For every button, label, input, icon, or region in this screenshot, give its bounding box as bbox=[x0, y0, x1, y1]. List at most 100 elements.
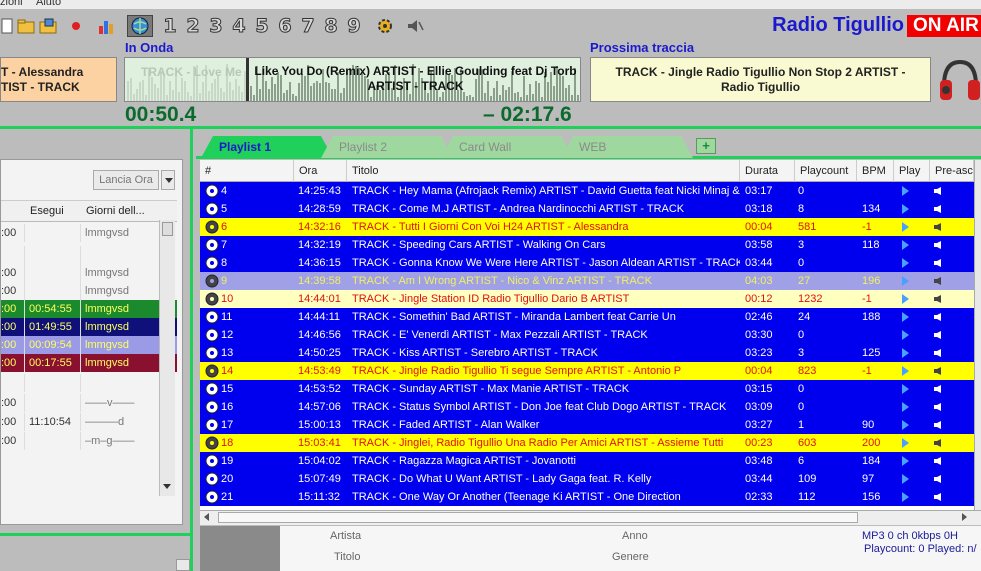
event-row[interactable]: :00 –m–g—— bbox=[1, 432, 177, 450]
event-row[interactable]: :00 ——v—— bbox=[1, 394, 177, 412]
play-icon[interactable] bbox=[900, 254, 914, 272]
play-icon[interactable] bbox=[900, 434, 914, 452]
table-row[interactable]: 8 14:36:15 TRACK - Gonna Know We Were Here… bbox=[200, 254, 974, 272]
tab-card-wall[interactable]: Card Wall bbox=[441, 136, 573, 158]
table-row[interactable]: 19 15:04:02 TRACK - Ragazza Magica ARTIST … bbox=[200, 452, 974, 470]
event-row[interactable]: :00 01:49:55 lmmgvsd bbox=[1, 318, 177, 336]
column-header[interactable]: Playcount bbox=[795, 160, 857, 182]
column-header[interactable]: Titolo bbox=[347, 160, 740, 182]
table-row[interactable]: 12 14:46:56 TRACK - E' Venerdì ARTIST - Ma… bbox=[200, 326, 974, 344]
open-folder-icon[interactable] bbox=[16, 15, 36, 37]
scroll-right-arrow-icon[interactable] bbox=[962, 513, 967, 521]
pre-listen-speaker-icon[interactable] bbox=[934, 452, 948, 470]
tab-playlist-1[interactable]: Playlist 1 bbox=[201, 136, 333, 158]
pre-listen-speaker-icon[interactable] bbox=[934, 272, 948, 290]
column-header[interactable]: Ora bbox=[294, 160, 347, 182]
event-row[interactable] bbox=[1, 374, 177, 392]
save-folder-icon[interactable] bbox=[38, 15, 58, 37]
table-row[interactable]: 5 14:28:59 TRACK - Come M.J ARTIST - Andre… bbox=[200, 200, 974, 218]
event-row[interactable]: :00 00:54:55 lmmgvsd bbox=[1, 300, 177, 318]
table-row[interactable]: 10 14:44:01 TRACK - Jingle Station ID Radi… bbox=[200, 290, 974, 308]
event-row[interactable] bbox=[1, 246, 177, 264]
pre-listen-speaker-icon[interactable] bbox=[934, 488, 948, 506]
pre-listen-speaker-icon[interactable] bbox=[934, 200, 948, 218]
pre-listen-speaker-icon[interactable] bbox=[934, 362, 948, 380]
pre-listen-speaker-icon[interactable] bbox=[934, 434, 948, 452]
column-header[interactable]: Durata bbox=[740, 160, 795, 182]
doc-icon[interactable] bbox=[0, 15, 14, 37]
headphones-icon[interactable] bbox=[936, 56, 981, 104]
cart-5-button[interactable]: 5 bbox=[254, 15, 270, 38]
cart-3-button[interactable]: 3 bbox=[208, 15, 224, 38]
table-row[interactable]: 13 14:50:25 TRACK - Kiss ARTIST - Serebro … bbox=[200, 344, 974, 362]
previous-track-box[interactable]: T - Alessandra TIST - TRACK bbox=[0, 57, 117, 102]
play-icon[interactable] bbox=[900, 470, 914, 488]
table-row[interactable]: 16 14:57:06 TRACK - Status Symbol ARTIST -… bbox=[200, 398, 974, 416]
now-playing-box[interactable]: TRACK - Love Me Like You Do (Remix) ARTI… bbox=[124, 57, 581, 102]
pre-listen-speaker-icon[interactable] bbox=[934, 182, 948, 200]
col-giorni-header[interactable]: Giorni dell... bbox=[86, 205, 145, 217]
column-header[interactable]: Pre-asc bbox=[930, 160, 974, 182]
menu-item-options[interactable]: zioni bbox=[0, 0, 23, 8]
cart-2-button[interactable]: 2 bbox=[185, 15, 201, 38]
tab-web[interactable]: WEB bbox=[561, 136, 693, 158]
table-row[interactable]: 17 15:00:13 TRACK - Faded ARTIST - Alan Wa… bbox=[200, 416, 974, 434]
menu-item-help[interactable]: Aiuto bbox=[36, 0, 61, 8]
play-icon[interactable] bbox=[900, 272, 914, 290]
pre-listen-speaker-icon[interactable] bbox=[934, 308, 948, 326]
cart-7-button[interactable]: 7 bbox=[300, 15, 316, 38]
play-icon[interactable] bbox=[900, 326, 914, 344]
next-track-box[interactable]: TRACK - Jingle Radio Tigullio Non Stop 2… bbox=[590, 57, 931, 102]
table-row[interactable]: 7 14:32:19 TRACK - Speeding Cars ARTIST - … bbox=[200, 236, 974, 254]
globe-icon[interactable] bbox=[127, 15, 153, 37]
column-header[interactable]: Play bbox=[894, 160, 930, 182]
cart-6-button[interactable]: 6 bbox=[277, 15, 293, 38]
table-row[interactable]: 15 14:53:52 TRACK - Sunday ARTIST - Max Ma… bbox=[200, 380, 974, 398]
table-row[interactable]: 4 14:25:43 TRACK - Hey Mama (Afrojack Remi… bbox=[200, 182, 974, 200]
play-icon[interactable] bbox=[900, 452, 914, 470]
hscroll-thumb[interactable] bbox=[218, 512, 858, 523]
cart-1-button[interactable]: 1 bbox=[163, 15, 177, 38]
pre-listen-speaker-icon[interactable] bbox=[934, 236, 948, 254]
play-icon[interactable] bbox=[900, 290, 914, 308]
cart-4-button[interactable]: 4 bbox=[231, 15, 247, 38]
play-icon[interactable] bbox=[900, 398, 914, 416]
col-esegui-header[interactable]: Esegui bbox=[30, 205, 64, 217]
table-row[interactable]: 9 14:39:58 TRACK - Am I Wrong ARTIST - Nic… bbox=[200, 272, 974, 290]
stats-chart-icon[interactable] bbox=[96, 15, 118, 37]
cart-8-button[interactable]: 8 bbox=[323, 15, 339, 38]
event-row[interactable]: :00 00:17:55 lmmgvsd bbox=[1, 354, 177, 372]
pre-listen-speaker-icon[interactable] bbox=[934, 380, 948, 398]
cart-9-button[interactable]: 9 bbox=[346, 15, 362, 38]
add-tab-button[interactable]: + bbox=[696, 138, 716, 154]
play-icon[interactable] bbox=[900, 416, 914, 434]
table-row[interactable]: 21 15:11:32 TRACK - One Way Or Another (Te… bbox=[200, 488, 974, 506]
launch-now-button[interactable]: Lancia Ora bbox=[93, 170, 159, 190]
play-icon[interactable] bbox=[900, 344, 914, 362]
play-icon[interactable] bbox=[900, 200, 914, 218]
table-row[interactable]: 20 15:07:49 TRACK - Do What U Want ARTIST … bbox=[200, 470, 974, 488]
event-row[interactable]: :00 00:09:54 lmmgvsd bbox=[1, 336, 177, 354]
scroll-down-arrow-icon[interactable] bbox=[163, 484, 171, 489]
event-row[interactable]: :00 lmmgvsd bbox=[1, 224, 177, 242]
pre-listen-speaker-icon[interactable] bbox=[934, 218, 948, 236]
pre-listen-speaker-icon[interactable] bbox=[934, 326, 948, 344]
settings-gear-icon[interactable] bbox=[374, 15, 396, 37]
pre-listen-speaker-icon[interactable] bbox=[934, 254, 948, 272]
play-icon[interactable] bbox=[900, 182, 914, 200]
pre-listen-speaker-icon[interactable] bbox=[934, 416, 948, 434]
grid-vscrollbar[interactable] bbox=[974, 160, 981, 510]
event-row[interactable]: :00 11:10:54 ———d bbox=[1, 413, 177, 431]
play-icon[interactable] bbox=[900, 236, 914, 254]
launch-dropdown-button[interactable] bbox=[161, 170, 175, 190]
table-row[interactable]: 11 14:44:11 TRACK - Somethin' Bad ARTIST -… bbox=[200, 308, 974, 326]
pre-listen-speaker-icon[interactable] bbox=[934, 398, 948, 416]
tab-playlist-2[interactable]: Playlist 2 bbox=[321, 136, 453, 158]
pre-listen-speaker-icon[interactable] bbox=[934, 290, 948, 308]
pre-listen-speaker-icon[interactable] bbox=[934, 344, 948, 362]
play-icon[interactable] bbox=[900, 308, 914, 326]
left-scroll-stub[interactable] bbox=[176, 559, 190, 571]
scroll-left-arrow-icon[interactable] bbox=[204, 513, 209, 521]
event-row[interactable]: :00 lmmgvsd bbox=[1, 282, 177, 300]
record-icon[interactable] bbox=[68, 15, 84, 37]
